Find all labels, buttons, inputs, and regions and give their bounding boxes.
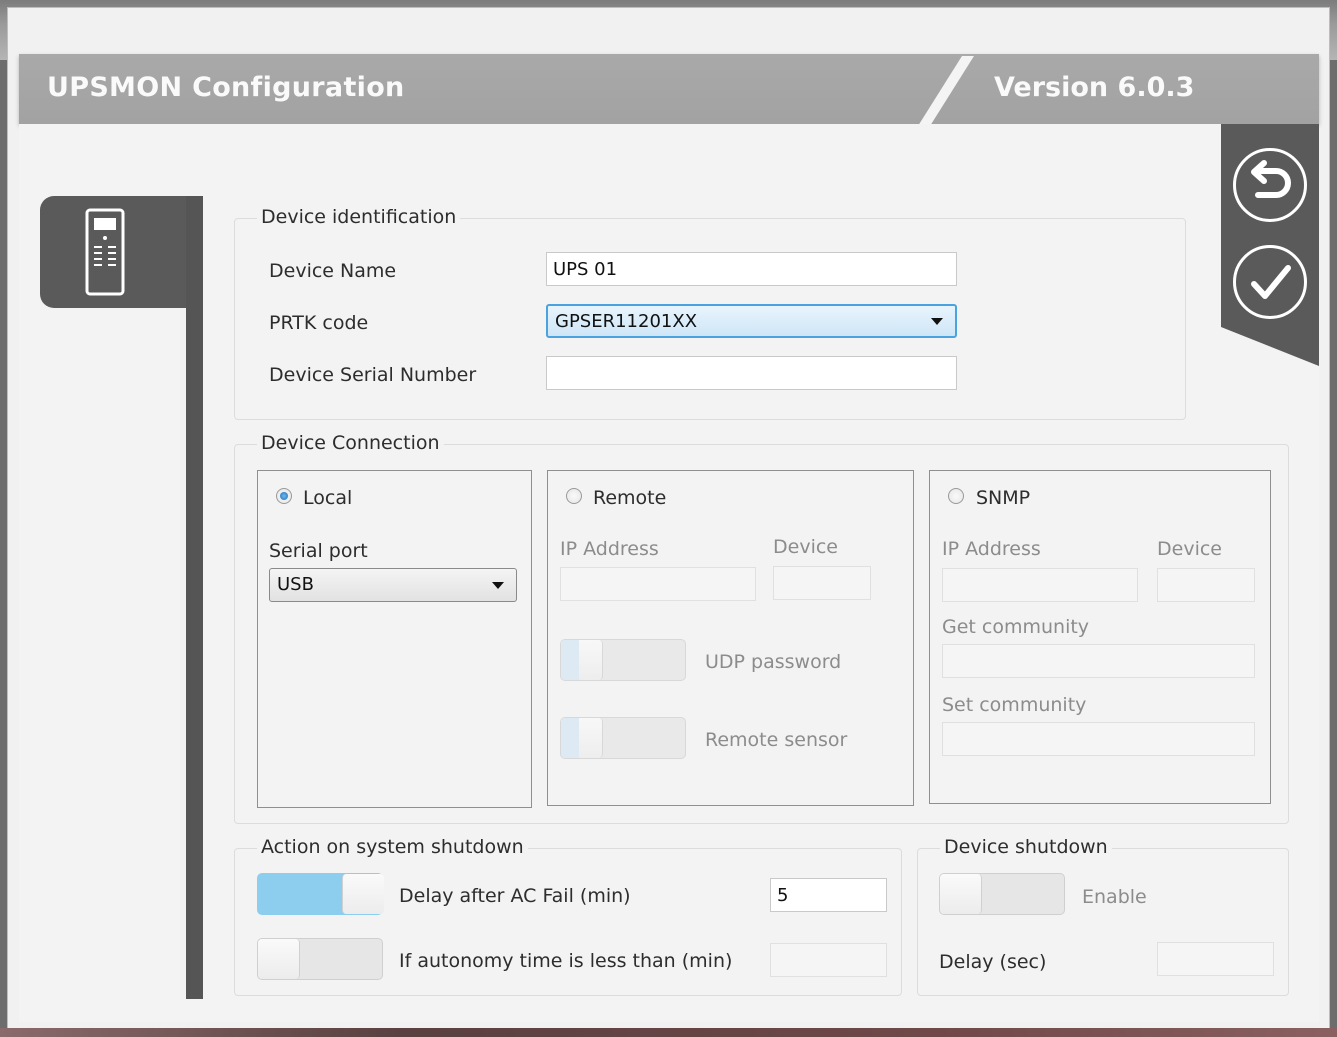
- device-name-input[interactable]: [546, 252, 957, 286]
- delay-ac-fail-label: Delay after AC Fail (min): [399, 885, 631, 907]
- system-shutdown-legend: Action on system shutdown: [257, 836, 528, 858]
- nav-rail: [186, 196, 203, 999]
- device-serial-label: Device Serial Number: [269, 364, 477, 386]
- local-radio[interactable]: [276, 488, 292, 504]
- remote-sensor-label: Remote sensor: [705, 729, 848, 751]
- header-divider: [918, 56, 974, 126]
- confirm-button[interactable]: [1233, 245, 1307, 319]
- prtk-code-value: GPSER11201XX: [555, 311, 698, 332]
- desktop-background: [0, 1028, 1337, 1037]
- chevron-down-icon: [931, 318, 943, 325]
- autonomy-input[interactable]: [770, 943, 887, 977]
- remote-sensor-toggle[interactable]: [560, 717, 686, 759]
- app-title: UPSMON Configuration: [47, 72, 405, 103]
- prtk-code-select[interactable]: GPSER11201XX: [546, 304, 957, 338]
- serial-port-select[interactable]: USB: [269, 568, 517, 602]
- device-remote-icon: [85, 208, 125, 296]
- udp-password-toggle[interactable]: [560, 639, 686, 681]
- autonomy-label: If autonomy time is less than (min): [399, 950, 733, 972]
- device-shutdown-delay-label: Delay (sec): [939, 951, 1047, 973]
- set-community-input[interactable]: [942, 722, 1255, 756]
- set-community-label: Set community: [942, 694, 1087, 716]
- device-shutdown-delay-input[interactable]: [1157, 942, 1274, 976]
- delay-ac-fail-input[interactable]: [770, 878, 887, 912]
- get-community-input[interactable]: [942, 644, 1255, 678]
- device-shutdown-legend: Device shutdown: [940, 836, 1112, 858]
- snmp-ip-input[interactable]: [942, 568, 1138, 602]
- snmp-label: SNMP: [976, 487, 1031, 509]
- device-identification-legend: Device identification: [257, 206, 461, 228]
- undo-button[interactable]: [1233, 148, 1307, 222]
- remote-ip-input[interactable]: [560, 567, 756, 601]
- title-bar: UPSMON Configuration Version 6.0.3: [19, 54, 1319, 126]
- version-label: Version 6.0.3: [994, 72, 1195, 103]
- serial-port-value: USB: [277, 574, 314, 595]
- remote-device-input[interactable]: [773, 566, 871, 600]
- device-tab[interactable]: [40, 196, 202, 308]
- remote-radio[interactable]: [566, 488, 582, 504]
- udp-password-label: UDP password: [705, 651, 842, 673]
- snmp-device-input[interactable]: [1157, 568, 1255, 602]
- snmp-radio[interactable]: [948, 488, 964, 504]
- prtk-code-label: PRTK code: [269, 312, 369, 334]
- autonomy-toggle[interactable]: [257, 938, 383, 980]
- snmp-ip-label: IP Address: [942, 538, 1041, 560]
- device-serial-input[interactable]: [546, 356, 957, 390]
- device-shutdown-toggle[interactable]: [939, 873, 1065, 915]
- chevron-down-icon: [492, 582, 504, 589]
- serial-port-label: Serial port: [269, 540, 368, 562]
- checkmark-icon: [1251, 265, 1291, 299]
- local-connection-box: [257, 470, 532, 808]
- remote-device-label: Device: [773, 536, 838, 558]
- snmp-device-label: Device: [1157, 538, 1222, 560]
- local-label: Local: [303, 487, 353, 509]
- get-community-label: Get community: [942, 616, 1090, 638]
- device-shutdown-enable-label: Enable: [1082, 886, 1147, 908]
- remote-ip-label: IP Address: [560, 538, 659, 560]
- device-connection-legend: Device Connection: [257, 432, 444, 454]
- remote-label: Remote: [593, 487, 667, 509]
- device-name-label: Device Name: [269, 260, 397, 282]
- undo-arrow-icon: [1251, 160, 1291, 198]
- delay-ac-fail-toggle[interactable]: [257, 873, 384, 915]
